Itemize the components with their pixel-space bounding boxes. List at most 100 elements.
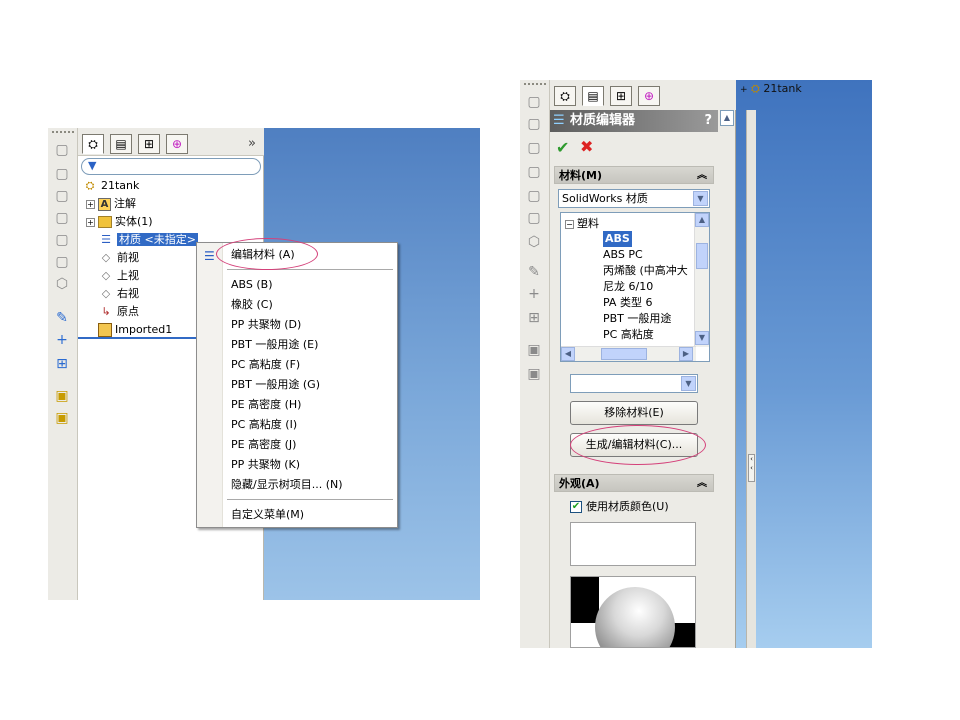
view-cube-icon[interactable]: ▢ [53, 166, 71, 182]
configuration-manager-icon[interactable]: ⊞ [610, 86, 632, 106]
view-cube-icon[interactable]: ▢ [525, 164, 543, 180]
scroll-up-arrow[interactable]: ▲ [695, 213, 709, 227]
menu-item-material[interactable]: PC 高粘度 (F) [231, 355, 300, 375]
component-icon[interactable]: ▣ [525, 342, 543, 358]
menu-item-material[interactable]: PBT 一般用途 (G) [231, 375, 320, 395]
menu-item-material[interactable]: PC 高粘度 (I) [231, 415, 297, 435]
appearance-group-header[interactable]: 外观(A) ︽ [554, 474, 714, 492]
tree-root[interactable]: ⛭ 21tank [82, 177, 140, 195]
tree-item-bodies[interactable]: + 实体(1) [86, 213, 153, 231]
menu-item-material[interactable]: PBT 一般用途 (E) [231, 335, 318, 355]
view-cube-icon[interactable]: ▢ [525, 188, 543, 204]
isometric-view-icon[interactable]: ⬡ [53, 276, 71, 292]
view-cube-icon[interactable]: ▢ [53, 210, 71, 226]
relations-icon[interactable]: ⊞ [525, 310, 543, 326]
graphics-area[interactable]: + ⛭ 21tank [736, 80, 872, 648]
check-icon[interactable]: ✔ [570, 501, 582, 513]
tree-item-top-plane[interactable]: ◇ 上视 [98, 267, 139, 285]
check-icon[interactable]: ✔ [556, 138, 569, 157]
scroll-down-arrow[interactable]: ▼ [695, 331, 709, 345]
scroll-thumb[interactable] [601, 348, 647, 360]
part-icon: ⛭ [85, 179, 95, 192]
view-cube-icon[interactable]: ▢ [53, 142, 71, 158]
secondary-select[interactable]: ▼ [570, 374, 698, 393]
material-item[interactable]: 尼龙 6/10 [603, 279, 653, 295]
component-icon[interactable]: ▣ [53, 388, 71, 404]
menu-item-material[interactable]: PE 高密度 (H) [231, 395, 301, 415]
menu-item-customize[interactable]: 自定义菜单(M) [231, 505, 304, 525]
feature-tree-icon[interactable]: ⛭ [82, 134, 104, 154]
flyout-tree-root[interactable]: + ⛭ 21tank [740, 82, 802, 96]
isometric-view-icon[interactable]: ⬡ [525, 234, 543, 250]
expand-panel-button[interactable]: » [248, 136, 256, 151]
expand-toggle[interactable]: + [86, 199, 95, 209]
menu-item-material[interactable]: ABS (B) [231, 275, 273, 295]
collapse-toggle[interactable]: − [565, 219, 574, 229]
component-icon[interactable]: ▣ [525, 366, 543, 382]
sketch-icon[interactable]: ✎ [525, 264, 543, 280]
relations-icon[interactable]: ⊞ [53, 356, 71, 372]
expand-toggle[interactable]: + [740, 85, 748, 95]
smart-dimension-icon[interactable]: + [53, 332, 71, 348]
component-icon[interactable]: ▣ [53, 410, 71, 426]
material-item[interactable]: PA 类型 6 [603, 295, 652, 311]
use-material-color-checkbox[interactable]: ✔ 使用材质颜色(U) [570, 498, 669, 514]
smart-dimension-icon[interactable]: + [525, 286, 543, 302]
material-item[interactable]: ABS PC [603, 247, 643, 263]
materials-listbox[interactable]: − 塑料 ABS ABS PC 丙烯酸 (中高冲大 尼龙 6/10 PA 类型 6… [560, 212, 710, 362]
menu-item-hide-show-tree[interactable]: 隐藏/显示树项目... (N) [231, 475, 343, 495]
scroll-left-arrow[interactable]: ◀ [561, 347, 575, 361]
category-plastics[interactable]: − 塑料 [565, 215, 599, 233]
view-cube-icon[interactable]: ▢ [525, 116, 543, 132]
view-cube-icon[interactable]: ▢ [525, 94, 543, 110]
view-cube-icon[interactable]: ▢ [53, 254, 71, 270]
x-icon[interactable]: ✖ [580, 137, 593, 156]
color-swatch[interactable] [570, 522, 696, 566]
tree-item-annotations[interactable]: + A 注解 [86, 195, 136, 213]
plane-icon: ◇ [101, 269, 111, 282]
materials-group-header[interactable]: 材料(M) ︽ [554, 166, 714, 184]
collapse-icon: ︽ [697, 478, 707, 489]
chevron-down-icon[interactable]: ▼ [693, 191, 708, 206]
tree-item-material[interactable]: ☰ 材质 <未指定> [98, 231, 198, 249]
panel-scroll-up[interactable]: ▲ [720, 110, 734, 126]
menu-item-material[interactable]: PE 高密度 (J) [231, 435, 296, 455]
tree-item-right-plane[interactable]: ◇ 右视 [98, 285, 139, 303]
material-library-select[interactable]: SolidWorks 材质 ▼ [558, 189, 710, 208]
material-icon: ☰ [553, 113, 565, 128]
material-item[interactable]: PC 高粘度 [603, 327, 654, 343]
tree-item-origin[interactable]: ↳ 原点 [98, 303, 139, 321]
tree-item-front-plane[interactable]: ◇ 前视 [98, 249, 139, 267]
view-cube-icon[interactable]: ▢ [53, 232, 71, 248]
view-cube-icon[interactable]: ▢ [53, 188, 71, 204]
toolbar-grip[interactable] [524, 83, 546, 85]
scroll-right-arrow[interactable]: ▶ [679, 347, 693, 361]
menu-item-material[interactable]: PP 共聚物 (D) [231, 315, 301, 335]
property-manager-icon[interactable]: ▤ [110, 134, 132, 154]
material-item[interactable]: PBT 一般用途 [603, 311, 671, 327]
expand-toggle[interactable]: + [86, 217, 95, 227]
configuration-manager-icon[interactable]: ⊞ [138, 134, 160, 154]
preview-sphere [595, 587, 675, 647]
property-manager-icon[interactable]: ▤ [582, 86, 604, 106]
view-cube-icon[interactable]: ▢ [525, 210, 543, 226]
scroll-thumb[interactable] [696, 243, 708, 269]
menu-item-material[interactable]: PP 共聚物 (K) [231, 455, 300, 475]
feature-tree-icon[interactable]: ⛭ [554, 86, 576, 106]
material-item[interactable]: ABS [603, 231, 632, 247]
crosshair-icon[interactable]: ⊕ [166, 134, 188, 154]
remove-material-button[interactable]: 移除材料(E) [570, 401, 698, 425]
view-cube-icon[interactable]: ▢ [525, 140, 543, 156]
menu-separator [227, 499, 393, 500]
horizontal-scrollbar[interactable]: ◀ ▶ [561, 346, 696, 361]
material-item[interactable]: 丙烯酸 (中高冲大 [603, 263, 688, 279]
toolbar-grip[interactable] [52, 131, 74, 133]
help-button[interactable]: ? [704, 110, 712, 132]
sketch-icon[interactable]: ✎ [53, 310, 71, 326]
menu-gutter [197, 243, 223, 527]
menu-item-material[interactable]: 橡胶 (C) [231, 295, 273, 315]
tree-filter[interactable]: ▼ [81, 158, 261, 175]
vertical-scrollbar[interactable]: ▲ ▼ [694, 213, 709, 347]
crosshair-icon[interactable]: ⊕ [638, 86, 660, 106]
chevron-down-icon[interactable]: ▼ [681, 376, 696, 391]
